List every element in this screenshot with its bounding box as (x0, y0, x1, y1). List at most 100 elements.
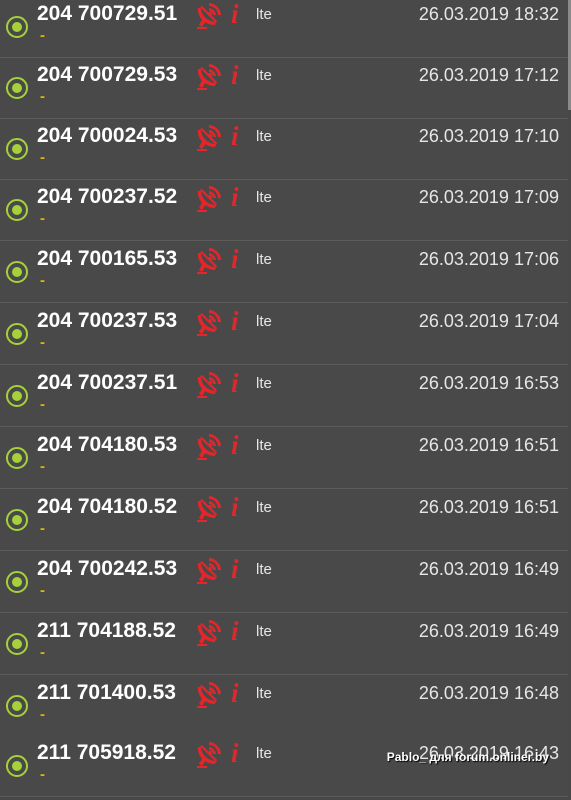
satellite-dish-icon[interactable] (195, 494, 223, 522)
cell-subtext: - (40, 149, 45, 166)
cell-subtext: - (40, 582, 45, 599)
satellite-dish-icon[interactable] (195, 246, 223, 274)
cell-subtext: - (40, 27, 45, 44)
cell-id: 204 700024.53 (37, 124, 178, 147)
timestamp: 26.03.2019 17:10 (418, 126, 559, 146)
list-item[interactable]: 211 704188.52 - i lte 26.03.2019 16:49 (0, 614, 568, 675)
radio-selected-icon[interactable] (6, 695, 28, 717)
cell-subtext: - (40, 88, 45, 105)
network-type: lte (256, 251, 272, 268)
radio-selected-icon[interactable] (6, 633, 28, 655)
timestamp: 26.03.2019 16:51 (418, 497, 559, 517)
list-item[interactable]: 204 700237.51 - i lte 26.03.2019 16:53 (0, 366, 568, 427)
list-item[interactable]: 204 700024.53 - i lte 26.03.2019 17:10 (0, 119, 568, 180)
cell-id: 204 700237.51 (37, 371, 178, 394)
info-icon[interactable]: i (231, 181, 239, 213)
radio-selected-icon[interactable] (6, 571, 28, 593)
cell-id: 211 704188.52 (37, 619, 176, 642)
radio-selected-icon[interactable] (6, 77, 28, 99)
satellite-dish-icon[interactable] (195, 123, 223, 151)
network-type: lte (256, 623, 272, 640)
radio-selected-icon[interactable] (6, 16, 28, 38)
satellite-dish-icon[interactable] (195, 308, 223, 336)
info-icon[interactable]: i (231, 615, 239, 647)
list-item[interactable]: 204 700729.53 - i lte 26.03.2019 17:12 (0, 58, 568, 119)
cell-id: 211 701400.53 (37, 681, 176, 704)
cell-subtext: - (40, 334, 45, 351)
list-item[interactable]: 204 704180.53 - i lte 26.03.2019 16:51 (0, 428, 568, 489)
radio-selected-icon[interactable] (6, 199, 28, 221)
list-item[interactable]: 211 701400.53 - i lte 26.03.2019 16:48 (0, 676, 568, 737)
radio-selected-icon[interactable] (6, 261, 28, 283)
info-icon[interactable]: i (231, 0, 239, 30)
cell-id: 204 700242.53 (37, 557, 178, 580)
cell-subtext: - (40, 272, 45, 289)
cell-id: 204 700237.53 (37, 309, 178, 332)
list-item[interactable]: 204 700237.52 - i lte 26.03.2019 17:09 (0, 180, 568, 241)
network-type: lte (256, 375, 272, 392)
network-type: lte (256, 437, 272, 454)
cell-subtext: - (40, 396, 45, 413)
network-type: lte (256, 685, 272, 702)
info-icon[interactable]: i (231, 305, 239, 337)
list-item[interactable]: 204 700165.53 - i lte 26.03.2019 17:06 (0, 242, 568, 303)
list-item[interactable]: 204 700242.53 - i lte 26.03.2019 16:49 (0, 552, 568, 613)
info-icon[interactable]: i (231, 367, 239, 399)
info-icon[interactable]: i (231, 59, 239, 91)
timestamp: 26.03.2019 16:49 (418, 621, 559, 641)
timestamp: 26.03.2019 17:04 (418, 311, 559, 331)
satellite-dish-icon[interactable] (195, 184, 223, 212)
cell-subtext: - (40, 706, 45, 723)
list-item[interactable]: 211 705918.52 - i lte 26.03.2019 16:43 (0, 736, 568, 797)
satellite-dish-icon[interactable] (195, 680, 223, 708)
satellite-dish-icon[interactable] (195, 1, 223, 29)
list-item[interactable]: 204 700237.53 - i lte 26.03.2019 17:04 (0, 304, 568, 365)
cell-subtext: - (40, 210, 45, 227)
network-type: lte (256, 67, 272, 84)
cell-subtext: - (40, 766, 45, 783)
satellite-dish-icon[interactable] (195, 556, 223, 584)
timestamp: 26.03.2019 17:06 (418, 249, 559, 269)
info-icon[interactable]: i (231, 491, 239, 523)
network-type: lte (256, 561, 272, 578)
timestamp: 26.03.2019 17:09 (418, 187, 559, 207)
cell-id: 204 700165.53 (37, 247, 178, 270)
radio-selected-icon[interactable] (6, 323, 28, 345)
satellite-dish-icon[interactable] (195, 740, 223, 768)
satellite-dish-icon[interactable] (195, 62, 223, 90)
timestamp: 26.03.2019 17:12 (418, 65, 559, 85)
cell-subtext: - (40, 458, 45, 475)
satellite-dish-icon[interactable] (195, 432, 223, 460)
radio-selected-icon[interactable] (6, 447, 28, 469)
network-type: lte (256, 6, 272, 23)
timestamp: 26.03.2019 16:49 (418, 559, 559, 579)
info-icon[interactable]: i (231, 243, 239, 275)
info-icon[interactable]: i (231, 553, 239, 585)
network-type: lte (256, 499, 272, 516)
watermark: Pablo_ для forum.onliner.by (386, 750, 549, 764)
timestamp: 26.03.2019 16:53 (418, 373, 559, 393)
info-icon[interactable]: i (231, 737, 239, 769)
list-item[interactable]: 204 700729.51 - i lte 26.03.2019 18:32 (0, 0, 568, 58)
cell-subtext: - (40, 644, 45, 661)
satellite-dish-icon[interactable] (195, 370, 223, 398)
network-type: lte (256, 745, 272, 762)
network-type: lte (256, 128, 272, 145)
satellite-dish-icon[interactable] (195, 618, 223, 646)
radio-selected-icon[interactable] (6, 509, 28, 531)
info-icon[interactable]: i (231, 677, 239, 709)
network-type: lte (256, 189, 272, 206)
cell-id: 204 700729.51 (37, 2, 178, 25)
list-item[interactable]: 204 704180.52 - i lte 26.03.2019 16:51 (0, 490, 568, 551)
info-icon[interactable]: i (231, 429, 239, 461)
cell-log-list[interactable]: 204 700729.51 - i lte 26.03.2019 18:32 2… (0, 0, 571, 800)
radio-selected-icon[interactable] (6, 755, 28, 777)
timestamp: 26.03.2019 16:48 (418, 683, 559, 703)
cell-id: 204 700729.53 (37, 63, 178, 86)
radio-selected-icon[interactable] (6, 138, 28, 160)
cell-id: 204 704180.52 (37, 495, 178, 518)
info-icon[interactable]: i (231, 120, 239, 152)
radio-selected-icon[interactable] (6, 385, 28, 407)
network-type: lte (256, 313, 272, 330)
timestamp: 26.03.2019 16:51 (418, 435, 559, 455)
